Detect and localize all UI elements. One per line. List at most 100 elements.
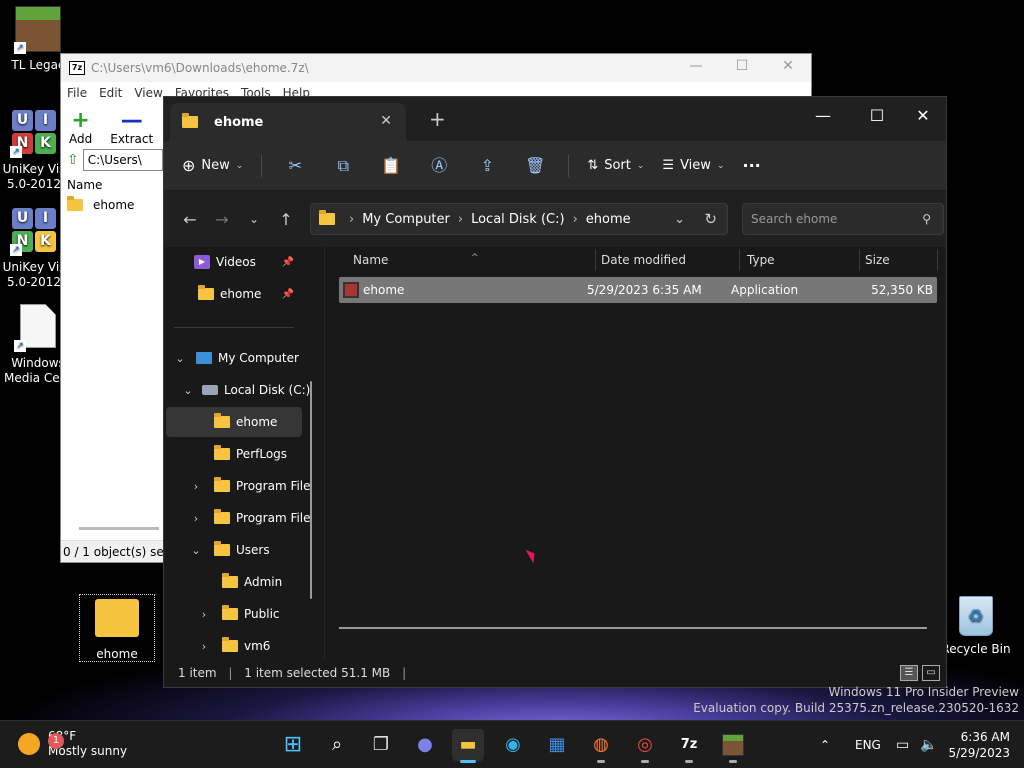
tree-local-disk[interactable]: ⌄ Local Disk (C:): [180, 375, 310, 405]
tree-admin[interactable]: Admin: [222, 567, 282, 597]
chevron-down-icon: ⌄: [235, 160, 244, 171]
view-button[interactable]: ☰ View ⌄: [662, 158, 724, 173]
sidebar-scrollbar[interactable]: [310, 381, 312, 599]
up-folder-icon[interactable]: ⇧: [67, 152, 79, 168]
pin-icon[interactable]: 📌: [282, 257, 294, 268]
chrome-icon[interactable]: ◎: [629, 729, 661, 763]
copy-icon[interactable]: ⧉: [328, 152, 358, 180]
breadcrumb-my-computer[interactable]: My Computer: [362, 212, 450, 227]
edge-icon[interactable]: ◉: [497, 729, 529, 761]
column-header-date[interactable]: Date modified: [601, 253, 686, 267]
column-header-type[interactable]: Type: [747, 253, 775, 267]
chat-icon[interactable]: ●: [409, 729, 441, 761]
chevron-right-icon[interactable]: ›: [188, 512, 204, 525]
close-button[interactable]: ✕: [900, 101, 946, 131]
chevron-down-icon[interactable]: ⌄: [674, 212, 685, 227]
start-windows-icon[interactable]: ⊞: [277, 729, 309, 761]
tree-vm6[interactable]: › vm6: [196, 631, 270, 661]
language-indicator[interactable]: ENG: [855, 721, 881, 768]
cut-icon[interactable]: ✂: [280, 152, 310, 180]
chevron-up-icon[interactable]: ⌃: [820, 721, 830, 768]
tree-ehome[interactable]: ehome: [214, 407, 277, 437]
search-icon[interactable]: ⌕: [321, 729, 353, 761]
desktop-icon-recycle-bin[interactable]: ♻ Recycle Bin: [938, 596, 1014, 657]
chevron-down-icon[interactable]: ⌄: [172, 352, 188, 365]
volume-icon[interactable]: 🔈: [920, 721, 937, 768]
chevron-down-icon[interactable]: ⌄: [188, 544, 204, 557]
horizontal-scrollbar[interactable]: [339, 627, 927, 629]
clock[interactable]: 6:36 AM 5/29/2023: [948, 729, 1010, 761]
sort-button[interactable]: ⇅ Sort ⌄: [587, 158, 644, 173]
task-view-icon[interactable]: ❐: [365, 729, 397, 761]
close-tab-icon[interactable]: ✕: [380, 113, 392, 129]
tree-users[interactable]: ⌄ Users: [188, 535, 270, 565]
details-view-icon[interactable]: ☰: [900, 665, 918, 681]
close-button[interactable]: ✕: [773, 58, 803, 78]
column-header-size[interactable]: Size: [865, 253, 890, 267]
minecraft-taskbar-icon[interactable]: [717, 729, 749, 763]
minimize-button[interactable]: —: [800, 101, 846, 131]
running-indicator: [641, 760, 649, 763]
network-icon[interactable]: ▭: [896, 721, 909, 768]
plus-icon: +: [71, 108, 90, 133]
more-options-icon[interactable]: ···: [742, 156, 760, 175]
new-button[interactable]: ⊕ New ⌄: [182, 156, 243, 175]
minimize-button[interactable]: —: [681, 58, 711, 78]
tree-program-files-x86[interactable]: › Program File: [188, 503, 311, 533]
chevron-right-icon[interactable]: ›: [196, 608, 212, 621]
tab-ehome[interactable]: ehome ✕: [170, 103, 406, 141]
sidebar-item-label: PerfLogs: [236, 447, 288, 461]
tiles-view-icon[interactable]: ▭: [922, 665, 940, 681]
add-button[interactable]: + Add: [69, 108, 92, 147]
file-explorer-window[interactable]: ehome ✕ + — ☐ ✕ ⊕ New ⌄ ✂ ⧉ 📋 Ⓐ ⇪ 🗑 ⇅ So…: [163, 96, 947, 688]
firefox-icon[interactable]: ◍: [585, 729, 617, 763]
share-icon[interactable]: ⇪: [472, 152, 502, 180]
tree-my-computer[interactable]: ⌄ My Computer: [172, 343, 299, 373]
store-icon[interactable]: ▦: [541, 729, 573, 761]
taskbar: 1 68°F Mostly sunny ⊞ ⌕ ❐ ● ▬ ◉ ▦ ◍ ◎ 7z…: [0, 720, 1024, 768]
7zip-address-field[interactable]: C:\Users\: [82, 149, 163, 171]
column-divider[interactable]: [739, 249, 740, 271]
breadcrumb-local-disk[interactable]: Local Disk (C:): [471, 212, 564, 227]
recent-chevron-icon[interactable]: ⌄: [238, 212, 270, 226]
maximize-button[interactable]: ☐: [854, 101, 900, 131]
tree-perflogs[interactable]: PerfLogs: [214, 439, 287, 469]
new-tab-button[interactable]: +: [429, 107, 446, 131]
chevron-right-icon[interactable]: ›: [196, 640, 212, 653]
menu-file[interactable]: File: [67, 86, 87, 100]
forward-arrow-icon[interactable]: →: [206, 210, 238, 229]
file-explorer-taskbar-icon[interactable]: ▬: [452, 729, 484, 763]
back-arrow-icon[interactable]: ←: [174, 210, 206, 229]
column-divider[interactable]: [937, 249, 938, 271]
chevron-right-icon[interactable]: ›: [188, 480, 204, 493]
desktop-icon-ehome-folder[interactable]: ehome: [79, 594, 155, 662]
up-arrow-icon[interactable]: ↑: [270, 210, 302, 229]
7zip-titlebar[interactable]: 7z C:\Users\vm6\Downloads\ehome.7z\ — ☐ …: [61, 54, 811, 82]
address-bar[interactable]: › My Computer › Local Disk (C:) › ehome …: [310, 203, 728, 235]
table-row[interactable]: ehome 5/29/2023 6:35 AM Application 52,3…: [339, 277, 937, 303]
menu-view[interactable]: View: [134, 86, 162, 100]
column-divider[interactable]: [859, 249, 860, 271]
menu-edit[interactable]: Edit: [99, 86, 122, 100]
pin-icon[interactable]: 📌: [282, 289, 294, 300]
delete-icon[interactable]: 🗑: [520, 152, 550, 180]
chevron-down-icon[interactable]: ⌄: [180, 384, 196, 397]
sidebar-item-label: Program File: [236, 479, 311, 493]
extract-button[interactable]: — Extract: [110, 110, 153, 147]
breadcrumb-ehome[interactable]: ehome: [586, 212, 631, 227]
computer-icon: [196, 352, 212, 364]
maximize-button[interactable]: ☐: [727, 58, 757, 78]
quick-access-ehome[interactable]: ehome 📌: [198, 279, 304, 309]
column-divider[interactable]: [595, 249, 596, 271]
column-header-name[interactable]: Name: [353, 253, 388, 267]
paste-icon[interactable]: 📋: [376, 152, 406, 180]
7zip-scrollbar[interactable]: [79, 527, 159, 530]
tree-program-files[interactable]: › Program File: [188, 471, 311, 501]
weather-widget[interactable]: 1 68°F Mostly sunny: [18, 729, 127, 759]
tree-public[interactable]: › Public: [196, 599, 280, 629]
quick-access-videos[interactable]: ▶ Videos 📌: [194, 247, 304, 277]
rename-icon[interactable]: Ⓐ: [424, 152, 454, 180]
search-input[interactable]: Search ehome ⚲: [742, 203, 944, 235]
refresh-icon[interactable]: ↻: [704, 210, 717, 228]
7zip-taskbar-icon[interactable]: 7z: [673, 729, 705, 763]
